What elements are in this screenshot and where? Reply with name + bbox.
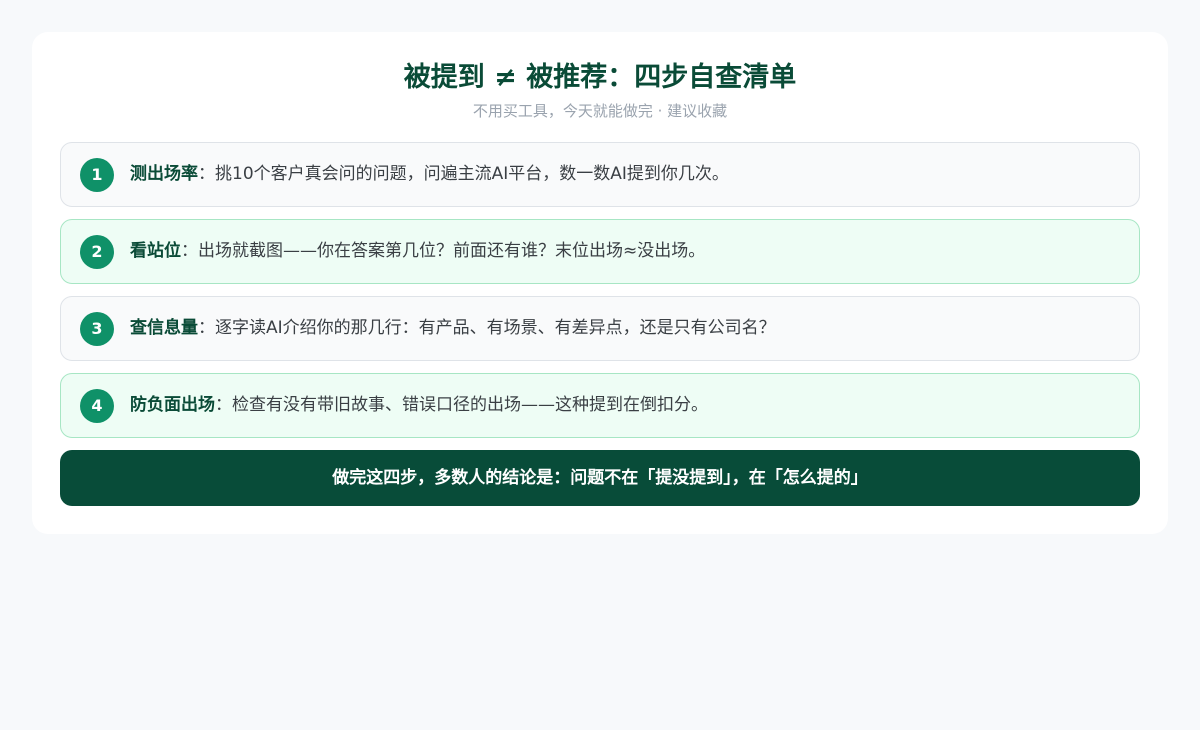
step-item-1: 1 测出场率：挑10个客户真会问的问题，问遍主流AI平台，数一数AI提到你几次。 xyxy=(60,142,1140,207)
step-separator: ： xyxy=(198,164,215,184)
step-separator: ： xyxy=(198,318,215,338)
step-number-badge: 1 xyxy=(80,158,114,192)
step-item-4: 4 防负面出场：检查有没有带旧故事、错误口径的出场——这种提到在倒扣分。 xyxy=(60,373,1140,438)
step-number-badge: 2 xyxy=(80,235,114,269)
conclusion-banner: 做完这四步，多数人的结论是：问题不在「提没提到」，在「怎么提的」 xyxy=(60,450,1140,506)
step-content: 防负面出场：检查有没有带旧故事、错误口径的出场——这种提到在倒扣分。 xyxy=(130,374,708,437)
step-label: 防负面出场 xyxy=(130,395,215,415)
step-description: 逐字读AI介绍你的那几行：有产品、有场景、有差异点，还是只有公司名？ xyxy=(215,318,776,338)
step-item-2: 2 看站位：出场就截图——你在答案第几位？前面还有谁？末位出场≈没出场。 xyxy=(60,219,1140,284)
step-label: 看站位 xyxy=(130,241,181,261)
step-number-badge: 4 xyxy=(80,389,114,423)
step-number-badge: 3 xyxy=(80,312,114,346)
step-description: 检查有没有带旧故事、错误口径的出场——这种提到在倒扣分。 xyxy=(232,395,708,415)
step-description: 挑10个客户真会问的问题，问遍主流AI平台，数一数AI提到你几次。 xyxy=(215,164,729,184)
checklist-card: 被提到 ≠ 被推荐：四步自查清单 不用买工具，今天就能做完 · 建议收藏 1 测… xyxy=(32,32,1168,534)
step-separator: ： xyxy=(181,241,198,261)
page-title: 被提到 ≠ 被推荐：四步自查清单 xyxy=(403,62,797,93)
step-content: 测出场率：挑10个客户真会问的问题，问遍主流AI平台，数一数AI提到你几次。 xyxy=(130,143,729,206)
step-content: 查信息量：逐字读AI介绍你的那几行：有产品、有场景、有差异点，还是只有公司名？ xyxy=(130,297,776,360)
step-separator: ： xyxy=(215,395,232,415)
step-label: 查信息量 xyxy=(130,318,198,338)
step-content: 看站位：出场就截图——你在答案第几位？前面还有谁？末位出场≈没出场。 xyxy=(130,220,705,283)
page-subtitle: 不用买工具，今天就能做完 · 建议收藏 xyxy=(472,102,728,120)
step-item-3: 3 查信息量：逐字读AI介绍你的那几行：有产品、有场景、有差异点，还是只有公司名… xyxy=(60,296,1140,361)
step-description: 出场就截图——你在答案第几位？前面还有谁？末位出场≈没出场。 xyxy=(198,241,706,261)
step-label: 测出场率 xyxy=(130,164,198,184)
